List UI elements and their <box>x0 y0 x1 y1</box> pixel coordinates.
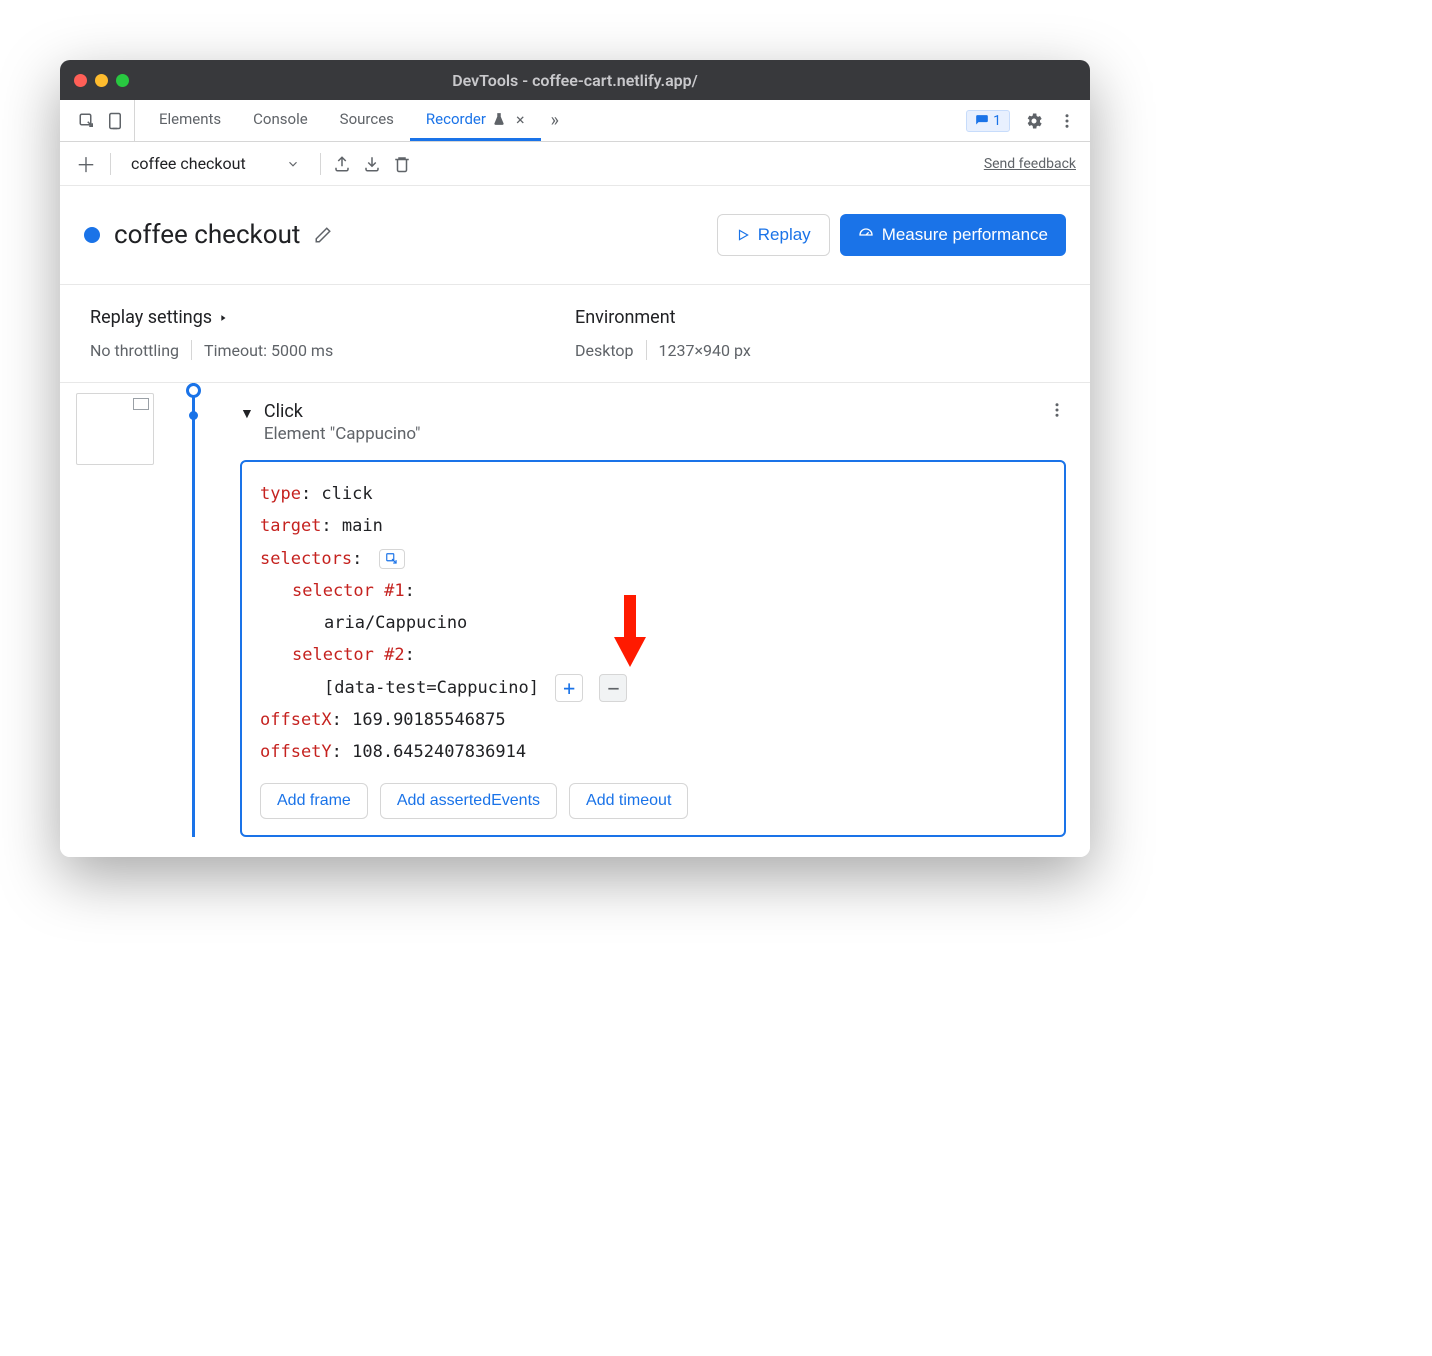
timeline-marker <box>189 411 198 420</box>
tab-label: Recorder <box>426 110 486 128</box>
prop-key: offsetX <box>260 710 332 730</box>
prop-key: target <box>260 516 321 536</box>
prop-key: selectors <box>260 549 352 569</box>
gauge-icon <box>858 227 874 243</box>
remove-selector-button[interactable]: − <box>599 674 627 702</box>
tab-recorder[interactable]: Recorder × <box>410 100 541 141</box>
prop-key: offsetY <box>260 742 332 762</box>
selector-value[interactable]: [data-test=Cappucino] <box>324 678 539 698</box>
steps-area: ▼ Click Element "Cappucino" type: click … <box>60 383 1090 857</box>
timeout-value: Timeout: 5000 ms <box>204 341 333 360</box>
prop-value[interactable]: : 169.90185546875 <box>332 710 506 730</box>
recorder-toolbar: ＋ coffee checkout Send feedback <box>60 142 1090 186</box>
step-more-icon[interactable] <box>1048 401 1066 419</box>
add-selector-button[interactable]: + <box>555 674 583 702</box>
step-header[interactable]: ▼ Click Element "Cappucino" <box>240 401 1066 444</box>
recording-name: coffee checkout <box>131 154 246 173</box>
tab-label: Sources <box>340 110 394 128</box>
devtools-window: DevTools - coffee-cart.netlify.app/ Elem… <box>60 60 1090 857</box>
send-feedback-link[interactable]: Send feedback <box>984 156 1076 172</box>
throttling-value: No throttling <box>90 341 179 360</box>
step-detail-box: type: click target: main selectors: sele… <box>240 460 1066 837</box>
recording-title: coffee checkout <box>114 220 300 250</box>
timeline <box>180 383 240 837</box>
caret-right-icon <box>218 313 228 323</box>
more-menu-icon[interactable] <box>1058 112 1076 130</box>
new-recording-button[interactable]: ＋ <box>74 152 98 176</box>
edit-title-icon[interactable] <box>314 226 332 244</box>
import-icon[interactable] <box>363 155 381 173</box>
export-icon[interactable] <box>333 155 351 173</box>
recording-header: coffee checkout Replay Measure performan… <box>60 186 1090 285</box>
tab-label: Console <box>253 110 308 128</box>
environment-title: Environment <box>575 307 1060 328</box>
selector-value[interactable]: aria/Cappucino <box>324 613 467 633</box>
status-dot-icon <box>84 227 100 243</box>
prop-key: type <box>260 484 301 504</box>
issues-badge[interactable]: 1 <box>966 110 1010 132</box>
flask-icon <box>492 112 506 126</box>
add-timeout-button[interactable]: Add timeout <box>569 783 688 819</box>
settings-row: Replay settings No throttling Timeout: 5… <box>60 285 1090 383</box>
add-frame-button[interactable]: Add frame <box>260 783 368 819</box>
tab-console[interactable]: Console <box>237 100 324 141</box>
delete-icon[interactable] <box>393 155 411 173</box>
window-title: DevTools - coffee-cart.netlify.app/ <box>60 71 1090 90</box>
element-picker-icon[interactable] <box>379 549 405 569</box>
titlebar: DevTools - coffee-cart.netlify.app/ <box>60 60 1090 100</box>
close-tab-icon[interactable]: × <box>516 110 525 129</box>
inspect-icon[interactable] <box>78 112 96 130</box>
annotation-arrow-icon <box>610 595 650 675</box>
tab-sources[interactable]: Sources <box>324 100 410 141</box>
settings-gear-icon[interactable] <box>1024 111 1044 131</box>
tabs-overflow-icon[interactable]: » <box>541 110 569 131</box>
caret-down-icon: ▼ <box>240 405 254 422</box>
tab-elements[interactable]: Elements <box>143 100 237 141</box>
recording-select[interactable]: coffee checkout <box>123 150 308 177</box>
button-label: Replay <box>758 225 811 245</box>
prop-key: selector #1 <box>292 581 405 601</box>
tab-label: Elements <box>159 110 221 128</box>
chevron-down-icon <box>286 157 300 171</box>
badge-count: 1 <box>993 113 1001 129</box>
dimensions-value: 1237×940 px <box>659 341 751 360</box>
button-label: Measure performance <box>882 225 1048 245</box>
step-subtitle: Element "Cappucino" <box>264 424 421 444</box>
timeline-marker <box>186 383 201 398</box>
add-asserted-events-button[interactable]: Add assertedEvents <box>380 783 557 819</box>
play-icon <box>736 228 750 242</box>
measure-performance-button[interactable]: Measure performance <box>840 214 1066 256</box>
prop-key: selector #2 <box>292 645 405 665</box>
device-value: Desktop <box>575 341 634 360</box>
device-icon[interactable] <box>106 112 124 130</box>
prop-value[interactable]: : 108.6452407836914 <box>332 742 526 762</box>
replay-settings-toggle[interactable]: Replay settings <box>90 307 575 328</box>
panel-tabbar: Elements Console Sources Recorder × » 1 <box>60 100 1090 142</box>
prop-value[interactable]: : main <box>321 516 382 536</box>
prop-value[interactable]: : click <box>301 484 373 504</box>
screenshot-thumbnail[interactable] <box>76 393 154 465</box>
replay-button[interactable]: Replay <box>717 214 830 256</box>
step-title: Click <box>264 401 421 422</box>
